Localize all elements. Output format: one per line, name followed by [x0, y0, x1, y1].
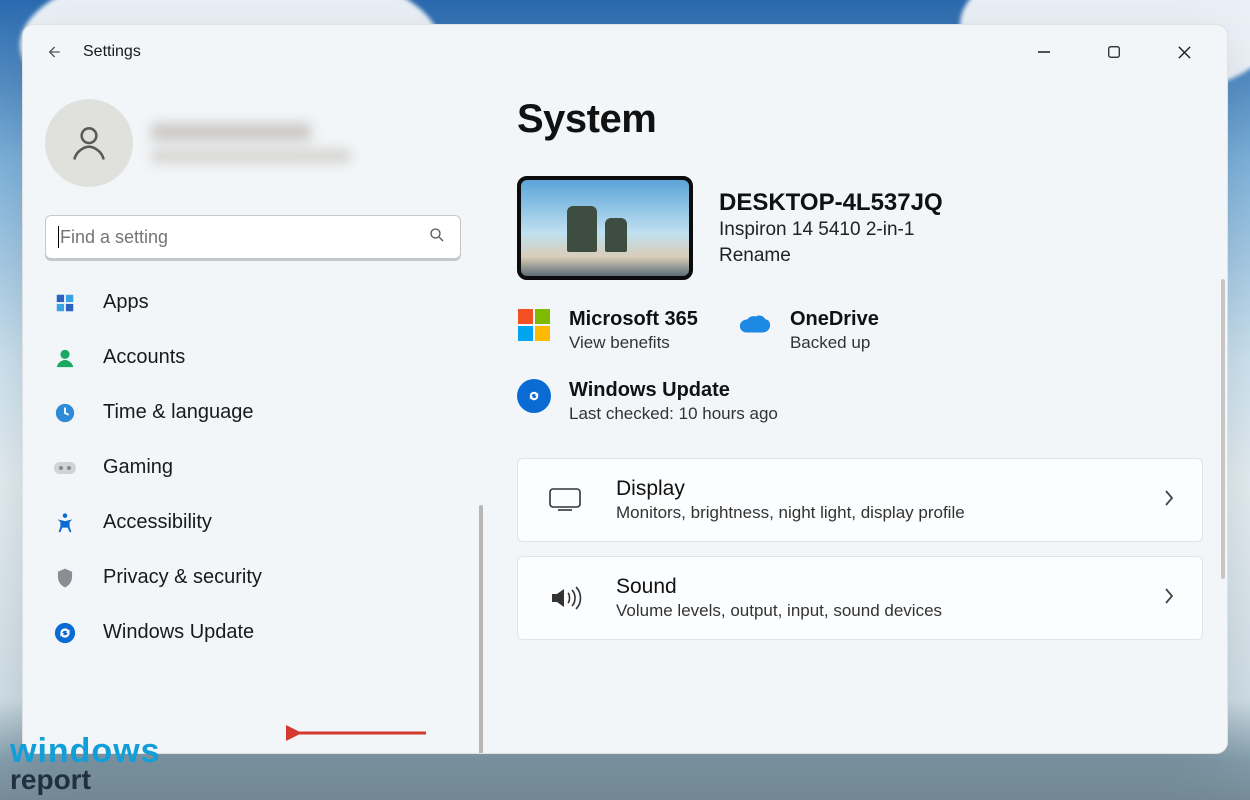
card-sub: Monitors, brightness, night light, displ…: [616, 503, 965, 523]
back-arrow-icon: [43, 42, 63, 62]
status-windows-update[interactable]: Windows Update Last checked: 10 hours ag…: [517, 379, 1203, 424]
accounts-icon: [51, 347, 79, 369]
content-scrollbar[interactable]: [1221, 279, 1225, 579]
status-onedrive[interactable]: OneDrive Backed up: [738, 308, 879, 353]
accessibility-icon: [51, 512, 79, 534]
status-title: Windows Update: [569, 379, 778, 402]
close-icon: [1177, 45, 1192, 60]
device-thumbnail: [517, 176, 693, 280]
microsoft-icon: [517, 308, 551, 342]
caption-buttons: [1021, 36, 1213, 68]
close-button[interactable]: [1161, 36, 1207, 68]
time-language-icon: [51, 402, 79, 424]
device-row: DESKTOP-4L537JQ Inspiron 14 5410 2-in-1 …: [517, 176, 1203, 280]
windows-update-icon: [51, 622, 79, 644]
sidebar-nav: Apps Accounts Time & language: [45, 287, 461, 648]
window-title: Settings: [83, 43, 141, 61]
device-name: DESKTOP-4L537JQ: [719, 189, 943, 217]
sidebar-item-label: Privacy & security: [103, 566, 262, 589]
sidebar-item-label: Accounts: [103, 346, 185, 369]
settings-card-sound[interactable]: Sound Volume levels, output, input, soun…: [517, 556, 1203, 640]
sidebar-item-accounts[interactable]: Accounts: [45, 342, 461, 373]
sidebar-item-time-language[interactable]: Time & language: [45, 397, 461, 428]
sidebar-item-windows-update[interactable]: Windows Update: [45, 617, 461, 648]
sidebar-item-label: Accessibility: [103, 511, 212, 534]
main-content: System DESKTOP-4L537JQ Inspiron 14 5410 …: [483, 79, 1227, 753]
onedrive-icon: [738, 308, 772, 342]
chevron-right-icon: [1162, 586, 1176, 611]
settings-card-display[interactable]: Display Monitors, brightness, night ligh…: [517, 458, 1203, 542]
privacy-icon: [51, 567, 79, 589]
rename-link[interactable]: Rename: [719, 245, 943, 267]
status-title: Microsoft 365: [569, 308, 698, 331]
titlebar: Settings: [23, 25, 1227, 79]
sidebar-item-apps[interactable]: Apps: [45, 287, 461, 318]
device-model: Inspiron 14 5410 2-in-1: [719, 219, 943, 241]
sidebar-item-accessibility[interactable]: Accessibility: [45, 507, 461, 538]
apps-icon: [51, 292, 79, 314]
gaming-icon: [51, 459, 79, 477]
avatar: [45, 99, 133, 187]
page-title: System: [517, 97, 1203, 142]
settings-window: Settings: [22, 24, 1228, 754]
sound-icon: [544, 580, 586, 616]
sidebar-item-label: Time & language: [103, 401, 253, 424]
card-title: Sound: [616, 575, 942, 599]
search-box[interactable]: [45, 215, 461, 259]
status-title: OneDrive: [790, 308, 879, 331]
sidebar: Apps Accounts Time & language: [23, 79, 483, 753]
card-title: Display: [616, 477, 965, 501]
sidebar-item-label: Apps: [103, 291, 149, 314]
sidebar-item-privacy[interactable]: Privacy & security: [45, 562, 461, 593]
person-icon: [67, 121, 111, 165]
sidebar-item-gaming[interactable]: Gaming: [45, 452, 461, 483]
text-caret: [58, 226, 59, 248]
chevron-right-icon: [1162, 488, 1176, 513]
sidebar-item-label: Windows Update: [103, 621, 254, 644]
minimize-button[interactable]: [1021, 36, 1067, 68]
status-sub: Last checked: 10 hours ago: [569, 404, 778, 424]
status-sub: View benefits: [569, 333, 698, 353]
search-input[interactable]: [60, 227, 428, 248]
minimize-icon: [1036, 44, 1052, 60]
status-sub: Backed up: [790, 333, 879, 353]
sync-icon: [517, 379, 551, 413]
sidebar-item-label: Gaming: [103, 456, 173, 479]
maximize-button[interactable]: [1091, 36, 1137, 68]
user-name-redacted: [151, 123, 351, 163]
maximize-icon: [1107, 45, 1121, 59]
back-button[interactable]: [37, 36, 69, 68]
display-icon: [544, 482, 586, 518]
user-profile[interactable]: [45, 99, 461, 187]
status-m365[interactable]: Microsoft 365 View benefits: [517, 308, 698, 353]
search-icon: [428, 226, 446, 249]
card-sub: Volume levels, output, input, sound devi…: [616, 601, 942, 621]
